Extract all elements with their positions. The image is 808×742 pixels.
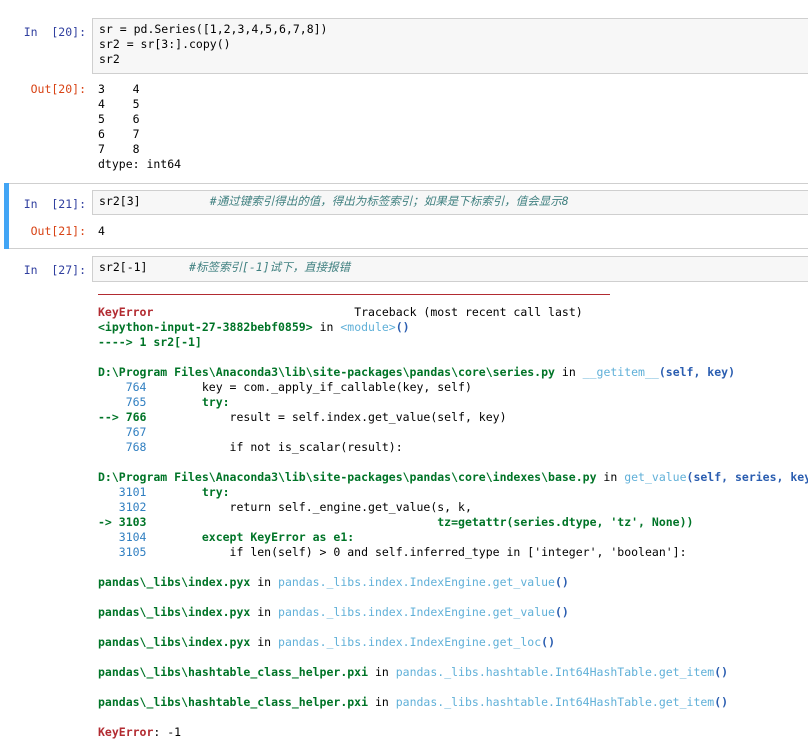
traceback-frame-series: D:\Program Files\Anaconda3\lib\site-pack…: [98, 365, 736, 379]
traceback-code-line: 765 try:: [98, 395, 230, 409]
code-input-20[interactable]: sr = pd.Series([1,2,3,4,5,6,7,8]) sr2 = …: [92, 18, 808, 74]
out-prompt-20: Out[20]:: [30, 82, 86, 96]
traceback-frame-pxi: pandas\_libs\hashtable_class_helper.pxi …: [98, 695, 729, 709]
code-input-27[interactable]: sr2[-1] #标签索引[-1]试下，直接报错: [92, 256, 808, 282]
output-line: dtype: int64: [98, 157, 182, 171]
output-20: 3 4 4 5 5 6 6 7 7 8 dtype: int64: [98, 82, 181, 172]
code-line: sr = pd.Series([1,2,3,4,5,6,7,8]): [99, 22, 328, 36]
traceback-code-line: 764 key = com._apply_if_callable(key, se…: [98, 380, 472, 394]
in-prompt-21: In [21]:: [23, 197, 86, 211]
traceback-rule: [98, 294, 610, 295]
traceback-frame-base: D:\Program Files\Anaconda3\lib\site-pack…: [98, 470, 808, 484]
traceback-frame-pyx: pandas\_libs\index.pyx in pandas._libs.i…: [98, 635, 555, 649]
traceback-frame-pyx: pandas\_libs\index.pyx in pandas._libs.i…: [98, 605, 569, 619]
in-prompt-20: In [20]:: [23, 25, 86, 39]
traceback-frame-pyx: pandas\_libs\index.pyx in pandas._libs.i…: [98, 575, 569, 589]
in-prompt-27: In [27]:: [23, 263, 86, 277]
selected-cell-indicator: [4, 183, 9, 249]
traceback-code-line: 768 if not is_scalar(result):: [98, 440, 403, 454]
output-line: 4 5: [98, 97, 140, 111]
traceback-code-line-current: -> 3103 tz=getattr(series.dtype, 'tz', N…: [98, 515, 694, 529]
traceback-code-line: 3102 return self._engine.get_value(s, k,: [98, 500, 472, 514]
code-line: sr2[3] #通过键索引得出的值，得出为标签索引；如果是下标索引，值会显示8: [99, 194, 569, 208]
out-prompt-21: Out[21]:: [30, 224, 86, 238]
traceback-final-error: KeyError: -1: [98, 725, 182, 739]
output-line: 3 4: [98, 82, 140, 96]
output-line: 6 7: [98, 127, 140, 141]
traceback-code-line: 3105 if len(self) > 0 and self.inferred_…: [98, 545, 687, 559]
output-21: 4: [98, 224, 105, 239]
traceback-header: KeyError Traceback (most recent call las…: [98, 305, 583, 319]
code-line: sr2[-1] #标签索引[-1]试下，直接报错: [99, 260, 351, 274]
traceback-input-frame: <ipython-input-27-3882bebf0859> in <modu…: [98, 320, 410, 334]
traceback-code-line: 767: [98, 425, 147, 439]
output-line: 7 8: [98, 142, 140, 156]
traceback-code-line: 3101 try:: [98, 485, 230, 499]
traceback-code-line: 3104 except KeyError as e1:: [98, 530, 355, 544]
output-line: 4: [98, 224, 105, 238]
code-input-21[interactable]: sr2[3] #通过键索引得出的值，得出为标签索引；如果是下标索引，值会显示8: [92, 190, 808, 215]
traceback-frame-pxi: pandas\_libs\hashtable_class_helper.pxi …: [98, 665, 729, 679]
traceback-output: KeyError Traceback (most recent call las…: [98, 305, 808, 740]
traceback-input-line: ----> 1 sr2[-1]: [98, 335, 202, 349]
code-comment: #通过键索引得出的值，得出为标签索引；如果是下标索引，值会显示8: [209, 194, 569, 208]
code-line: sr2: [99, 52, 120, 66]
code-line: sr2 = sr[3:].copy(): [99, 37, 231, 51]
output-line: 5 6: [98, 112, 140, 126]
traceback-code-line-current: --> 766 result = self.index.get_value(se…: [98, 410, 507, 424]
code-comment: #标签索引[-1]试下，直接报错: [189, 260, 351, 274]
